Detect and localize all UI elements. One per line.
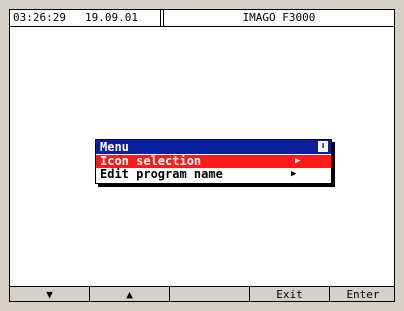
down-arrow-icon: ▼ — [46, 288, 53, 301]
device-screen: 03:26:29 19.09.01 IMAGO F3000 Menu ⬇ Ico… — [9, 9, 395, 302]
submenu-arrow-icon: ▶ — [291, 169, 297, 179]
enter-button[interactable]: Enter — [330, 287, 394, 301]
menu-title-bar: Menu ⬇ — [96, 140, 331, 154]
up-arrow-icon: ▲ — [126, 288, 133, 301]
softkey-label: Exit — [276, 288, 303, 301]
device-title: IMAGO F3000 — [242, 11, 316, 24]
softkey-down-button[interactable]: ▼ — [10, 287, 90, 301]
status-date: 19.09.01 — [85, 11, 138, 24]
menu-item-label: Edit program name — [100, 167, 223, 181]
softkey-up-button[interactable]: ▲ — [90, 287, 170, 301]
softkey-blank-button[interactable] — [170, 287, 250, 301]
submenu-arrow-icon: ▶ — [295, 156, 301, 166]
status-time: 03:26:29 — [13, 11, 66, 24]
exit-button[interactable]: Exit — [250, 287, 330, 301]
softkey-bar: ▼ ▲ Exit Enter — [10, 286, 394, 301]
scroll-down-icon[interactable]: ⬇ — [318, 141, 328, 152]
status-divider — [160, 10, 161, 26]
menu-popup: Menu ⬇ Icon selection ▶ Edit program nam… — [95, 139, 332, 184]
softkey-label: Enter — [346, 288, 380, 301]
menu-item-edit-program-name[interactable]: Edit program name ▶ — [96, 168, 331, 181]
status-bar: 03:26:29 19.09.01 IMAGO F3000 — [10, 10, 394, 27]
menu-title: Menu — [100, 140, 129, 154]
